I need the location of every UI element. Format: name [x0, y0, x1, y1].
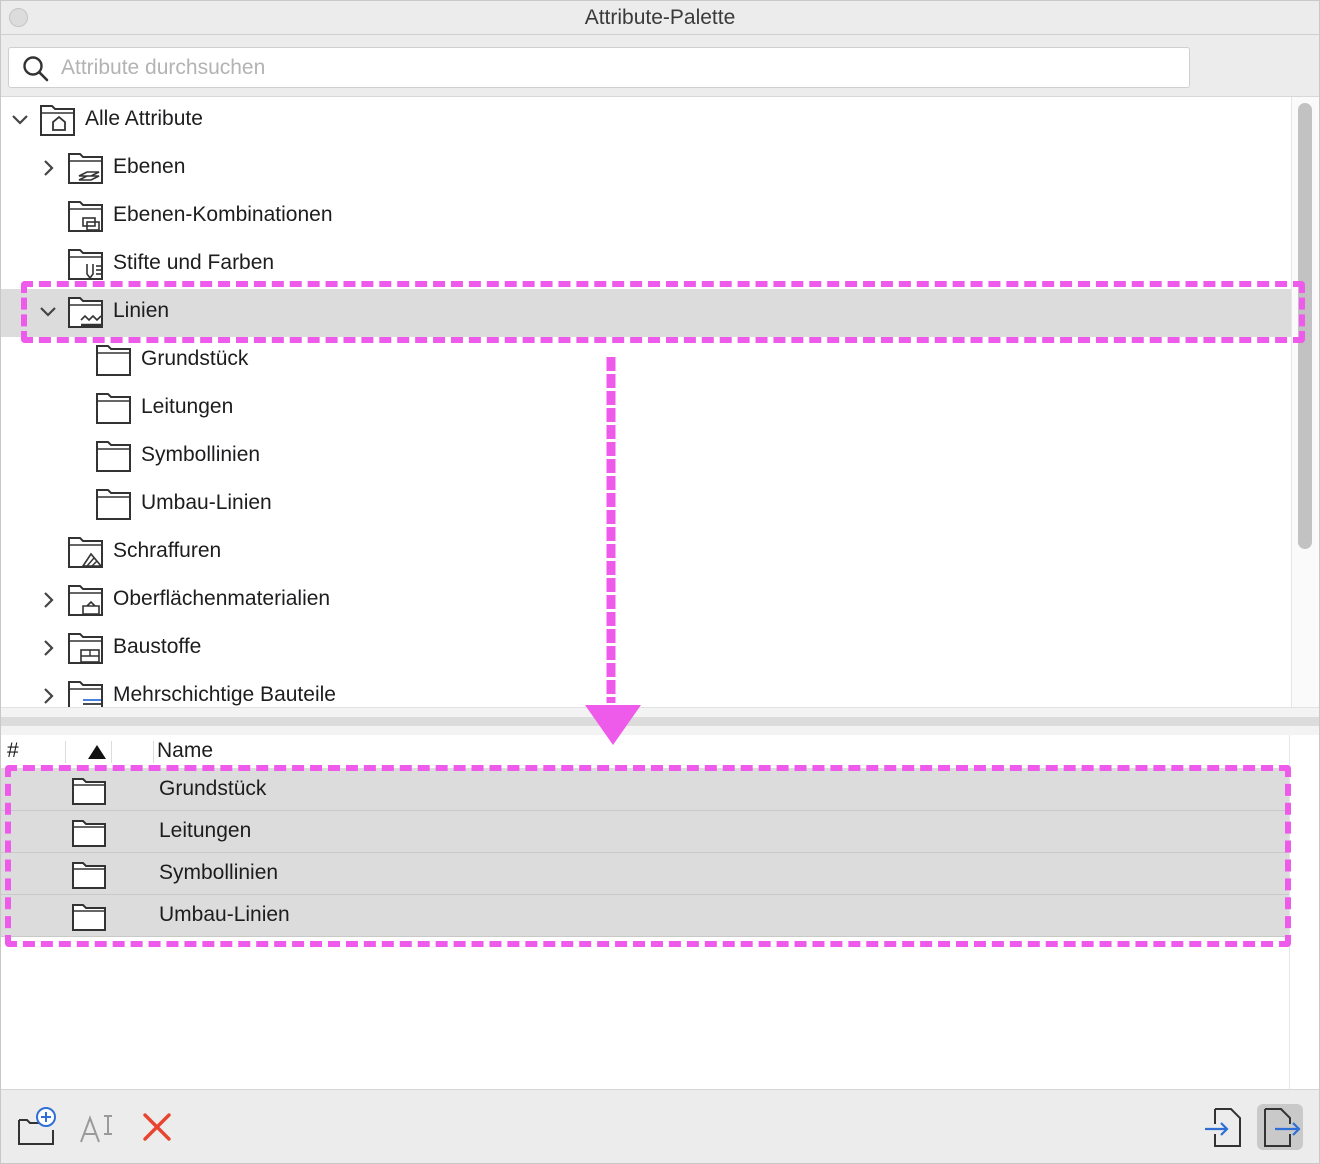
pens-colors-folder-icon	[68, 249, 103, 280]
search-input[interactable]	[61, 52, 1171, 84]
folder-icon	[96, 441, 131, 472]
building-materials-folder-icon	[68, 633, 103, 664]
fills-folder-icon	[67, 534, 105, 570]
tree-item[interactable]: Baustoffe	[1, 625, 1291, 673]
tree-item[interactable]: Ebenen-Kombinationen	[1, 193, 1291, 241]
tree-item[interactable]: Leitungen	[1, 385, 1291, 433]
composites-folder-icon	[68, 681, 103, 707]
import-button[interactable]	[1201, 1104, 1247, 1150]
chevron-right-icon[interactable]	[37, 589, 59, 611]
layers-folder-icon	[68, 153, 103, 184]
attribute-tree: Alle Attribute Ebenen Ebenen-Kombinationen…	[1, 97, 1291, 707]
export-button[interactable]	[1257, 1104, 1303, 1150]
column-separator	[111, 741, 112, 763]
column-header-name[interactable]: Name	[157, 739, 213, 763]
folder-icon	[95, 438, 133, 474]
tree-item[interactable]: Symbollinien	[1, 433, 1291, 481]
sort-ascending-icon[interactable]	[87, 744, 107, 760]
layer-combinations-folder-icon	[67, 198, 105, 234]
title-bar: Attribute-Palette	[1, 1, 1319, 35]
folder-icon	[96, 345, 131, 376]
tree-item-label: Leitungen	[141, 395, 234, 418]
layers-folder-icon	[67, 150, 105, 186]
column-separator	[153, 741, 154, 763]
pens-colors-folder-icon	[67, 246, 105, 282]
tree-item-label: Umbau-Linien	[141, 491, 272, 514]
window-title: Attribute-Palette	[584, 6, 736, 29]
tree-item-label: Mehrschichtige Bauteile	[113, 683, 336, 706]
import-icon	[1205, 1108, 1241, 1147]
list-scroll-area	[1289, 735, 1319, 1089]
export-icon	[1264, 1108, 1301, 1147]
tree-item[interactable]: Alle Attribute	[1, 97, 1291, 145]
search-icon	[23, 56, 49, 82]
tree-item[interactable]: Ebenen	[1, 145, 1291, 193]
tree-item[interactable]: Umbau-Linien	[1, 481, 1291, 529]
new-folder-button[interactable]	[15, 1104, 61, 1150]
delete-button[interactable]	[135, 1104, 181, 1150]
annotation-arrow-icon	[585, 357, 641, 745]
chevron-right-icon[interactable]	[37, 637, 59, 659]
folder-icon	[95, 342, 133, 378]
tree-item-label: Ebenen	[113, 155, 186, 178]
new-folder-icon	[18, 1107, 56, 1145]
folder-icon	[95, 390, 133, 426]
tree-item-label: Ebenen-Kombinationen	[113, 203, 333, 226]
tree-item-label: Oberflächenmaterialien	[113, 587, 331, 610]
layer-combinations-folder-icon	[68, 201, 103, 232]
pane-splitter[interactable]	[1, 707, 1319, 735]
splitter-handle[interactable]	[1, 717, 1319, 726]
tree-item-label: Grundstück	[141, 347, 249, 370]
surfaces-folder-icon	[68, 585, 103, 616]
rename-icon	[80, 1115, 112, 1143]
all-attributes-folder-icon	[40, 105, 75, 136]
chevron-right-icon[interactable]	[37, 685, 59, 707]
tree-item[interactable]: Oberflächenmaterialien	[1, 577, 1291, 625]
delete-icon	[143, 1113, 171, 1141]
fills-folder-icon	[68, 537, 103, 568]
column-header-number[interactable]: #	[7, 739, 19, 763]
folder-icon	[95, 486, 133, 522]
tree-item[interactable]: Schraffuren	[1, 529, 1291, 577]
tree-item-label: Stifte und Farben	[113, 251, 275, 274]
tree-item-label: Baustoffe	[113, 635, 202, 658]
rename-button[interactable]	[77, 1104, 123, 1150]
all-attributes-folder-icon	[39, 102, 77, 138]
building-materials-folder-icon	[67, 630, 105, 666]
list-header: # Name	[1, 735, 1289, 769]
chevron-right-icon[interactable]	[37, 157, 59, 179]
folder-icon	[96, 489, 131, 520]
bottom-toolbar	[1, 1089, 1319, 1163]
tree-item-label: Alle Attribute	[85, 107, 203, 130]
column-separator	[65, 741, 66, 763]
search-bar	[1, 35, 1319, 1123]
tree-item[interactable]: Grundstück	[1, 337, 1291, 385]
surfaces-folder-icon	[67, 582, 105, 618]
attribute-palette-window: Attribute-Palette Attribute durchsuchen …	[0, 0, 1320, 1164]
search-box[interactable]	[8, 47, 1190, 88]
tree-item[interactable]: Mehrschichtige Bauteile	[1, 673, 1291, 707]
folder-icon	[96, 393, 131, 424]
annotation-highlight-tree	[21, 281, 1305, 343]
tree-item-label: Symbollinien	[141, 443, 261, 466]
chevron-down-icon[interactable]	[9, 109, 31, 131]
tree-item-label: Schraffuren	[113, 539, 222, 562]
composites-folder-icon	[67, 678, 105, 707]
annotation-highlight-list	[5, 765, 1291, 947]
tree-scrollbar[interactable]	[1291, 97, 1319, 707]
